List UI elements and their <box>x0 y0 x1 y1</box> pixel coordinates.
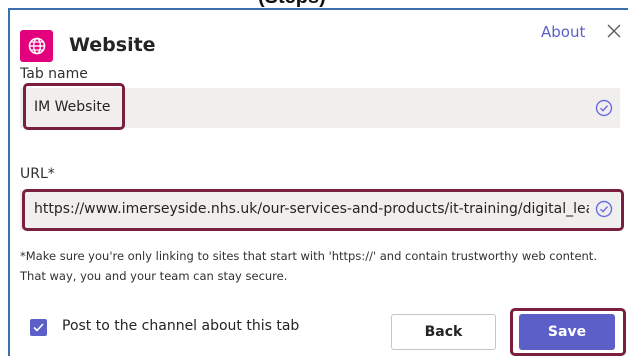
helper-text-line-1: *Make sure you're only linking to sites … <box>20 249 597 263</box>
helper-text: *Make sure you're only linking to sites … <box>20 246 620 286</box>
cropped-heading-text: (Steps) <box>258 0 326 8</box>
globe-icon-graphic <box>28 37 45 55</box>
post-to-channel-checkbox[interactable] <box>30 319 47 336</box>
tab-name-label: Tab name <box>20 66 88 82</box>
post-to-channel-label: Post to the channel about this tab <box>62 318 300 334</box>
helper-text-line-2: That way, you and your team can stay sec… <box>20 269 288 283</box>
close-icon[interactable] <box>605 22 623 40</box>
url-highlight <box>22 189 624 231</box>
dialog-title: Website <box>69 34 156 56</box>
url-label: URL* <box>20 166 55 182</box>
tab-name-highlight <box>23 83 125 130</box>
globe-icon <box>20 30 53 62</box>
cropped-heading: (Steps) <box>0 0 632 8</box>
website-tab-dialog <box>8 8 628 356</box>
checkmark-icon <box>33 323 44 332</box>
back-button[interactable]: Back <box>391 314 496 350</box>
close-icon-graphic <box>607 24 621 38</box>
about-link[interactable]: About <box>541 23 585 41</box>
save-highlight <box>510 308 626 356</box>
check-circle-icon <box>595 99 613 117</box>
